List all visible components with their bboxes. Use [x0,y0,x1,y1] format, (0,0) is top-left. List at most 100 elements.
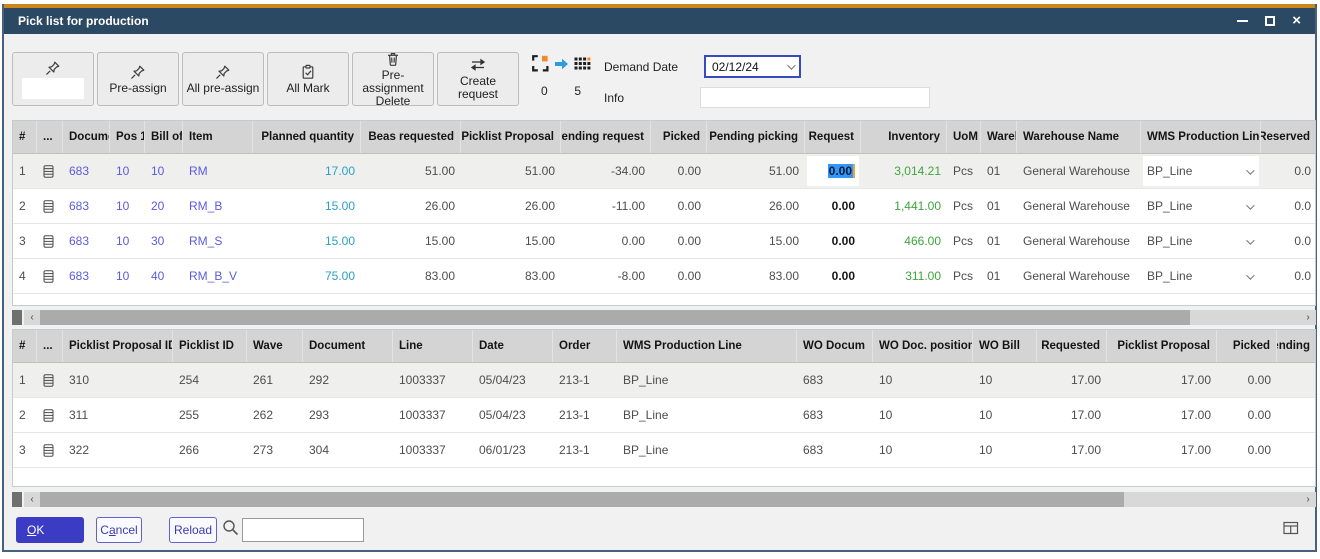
pin-blank-field[interactable] [22,78,84,99]
pre-assignment-delete-button[interactable]: Pre-assignment Delete [352,52,434,106]
column-header[interactable]: Warehous [981,121,1017,153]
request-input[interactable]: 0.00 [807,156,859,186]
column-header[interactable]: Pos 1 [110,121,145,153]
cell-pos[interactable]: 10 [110,224,145,258]
cell-document[interactable]: 683 [63,154,110,188]
row-details-icon[interactable] [37,154,63,188]
cell-item[interactable]: RM_S [183,224,253,258]
column-header[interactable]: # [13,330,37,362]
column-header[interactable]: Picked [1217,330,1277,362]
titlebar[interactable]: Pick list for production [4,8,1315,34]
wms-production-line-dropdown[interactable]: BP_Line [1143,226,1259,256]
column-header[interactable]: Date [473,330,553,362]
pin-blank-button[interactable] [12,52,94,106]
column-header[interactable]: Wave [247,330,303,362]
column-header[interactable]: Document [303,330,393,362]
column-header[interactable]: Picklist Proposal [461,121,561,153]
cell-wms-production-line[interactable]: BP_Line [1141,259,1261,293]
horizontal-scrollbar-bottom[interactable]: ‹ › [12,492,1316,507]
column-header[interactable]: Picklist ID [173,330,247,362]
wms-production-line-dropdown[interactable]: BP_Line [1143,261,1259,291]
pre-assign-button[interactable]: Pre-assign [97,52,179,106]
row-details-icon[interactable] [37,224,63,258]
table-row[interactable]: 3322266273304100333706/01/23213-1BP_Line… [13,433,1315,468]
column-header[interactable]: ... [37,121,63,153]
column-header[interactable]: Beas requested [361,121,461,153]
table-row[interactable]: 46831040RM_B_V75.0083.0083.00-8.000.0083… [13,259,1315,294]
minimize-icon[interactable] [1237,20,1248,22]
column-header[interactable]: UoM [947,121,981,153]
all-pre-assign-button[interactable]: All pre-assign [182,52,264,106]
cell-pos[interactable]: 10 [110,189,145,223]
row-details-icon[interactable] [37,363,63,397]
row-details-icon[interactable] [37,433,63,467]
column-header[interactable]: Warehouse Name [1017,121,1141,153]
row-details-icon[interactable] [37,189,63,223]
info-input[interactable] [700,87,930,108]
column-header[interactable]: Picklist Proposal [1107,330,1217,362]
column-header[interactable]: WO Docum [797,330,873,362]
table-row[interactable]: 36831030RM_S15.0015.0015.000.000.0015.00… [13,224,1315,259]
maximize-icon[interactable] [1265,16,1275,26]
cell-document[interactable]: 683 [63,189,110,223]
form-settings-icon[interactable] [1283,521,1299,540]
column-header[interactable]: WO Bill [973,330,1037,362]
scrollbar-thumb[interactable] [40,492,1124,507]
column-header[interactable]: Bill of I [145,121,183,153]
column-header[interactable]: Line [393,330,473,362]
column-header[interactable]: WMS Production Line [1141,121,1261,153]
cell-item[interactable]: RM_B [183,189,253,223]
cell-bill-of-materials[interactable]: 10 [145,154,183,188]
scroll-right-icon[interactable]: › [1300,492,1316,507]
all-mark-button[interactable]: All Mark [267,52,349,106]
column-header[interactable]: Order [553,330,617,362]
column-header[interactable]: Pending request [561,121,651,153]
column-header[interactable]: Picked [651,121,707,153]
column-header[interactable]: WMS Production Line [617,330,797,362]
ok-button[interactable]: OK [16,517,84,543]
table-row[interactable]: 16831010RM17.0051.0051.00-34.000.0051.00… [13,154,1315,189]
column-header[interactable]: # [13,121,37,153]
cell-document[interactable]: 683 [63,224,110,258]
cell-bill-of-materials[interactable]: 40 [145,259,183,293]
scrollbar-handle-icon[interactable] [12,310,24,325]
scrollbar-thumb[interactable] [40,310,1190,325]
search-input[interactable] [242,518,364,542]
scroll-left-icon[interactable]: ‹ [24,310,40,325]
cell-bill-of-materials[interactable]: 30 [145,224,183,258]
column-header[interactable]: ... [37,330,63,362]
column-header[interactable]: Requested [1037,330,1107,362]
cell-request[interactable]: 0.00 [805,224,861,258]
reload-button[interactable]: Reload [169,517,217,543]
cell-document[interactable]: 683 [63,259,110,293]
cell-wms-production-line[interactable]: BP_Line [1141,154,1261,188]
cell-pos[interactable]: 10 [110,259,145,293]
cell-bill-of-materials[interactable]: 20 [145,189,183,223]
cancel-button[interactable]: Cancel [96,517,142,543]
cell-wms-production-line[interactable]: BP_Line [1141,224,1261,258]
row-details-icon[interactable] [37,259,63,293]
column-header[interactable]: Request [805,121,861,153]
cell-wms-production-line[interactable]: BP_Line [1141,189,1261,223]
table-row[interactable]: 1310254261292100333705/04/23213-1BP_Line… [13,363,1315,398]
cell-request[interactable]: 0.00 [805,259,861,293]
column-header[interactable]: Pending [1277,330,1316,362]
column-header[interactable]: Docume [63,121,110,153]
demand-date-combo[interactable]: 02/12/24 [704,55,801,78]
cell-request[interactable]: 0.00 [805,154,861,188]
horizontal-scrollbar-top[interactable]: ‹ › [12,310,1316,325]
wms-production-line-dropdown[interactable]: BP_Line [1143,191,1259,221]
create-request-button[interactable]: Create request [437,52,519,106]
table-row[interactable]: 2311255262293100333705/04/23213-1BP_Line… [13,398,1315,433]
column-header[interactable]: Planned quantity [253,121,361,153]
wms-production-line-dropdown[interactable]: BP_Line [1143,156,1259,186]
close-icon[interactable] [1292,16,1301,26]
column-header[interactable]: WO Doc. position [873,330,973,362]
scroll-left-icon[interactable]: ‹ [24,492,40,507]
row-details-icon[interactable] [37,398,63,432]
cell-item[interactable]: RM_B_V [183,259,253,293]
column-header[interactable]: Item [183,121,253,153]
column-header[interactable]: Picklist Proposal ID [63,330,173,362]
column-header[interactable]: Reserved [1261,121,1316,153]
scrollbar-handle-icon[interactable] [12,492,24,507]
